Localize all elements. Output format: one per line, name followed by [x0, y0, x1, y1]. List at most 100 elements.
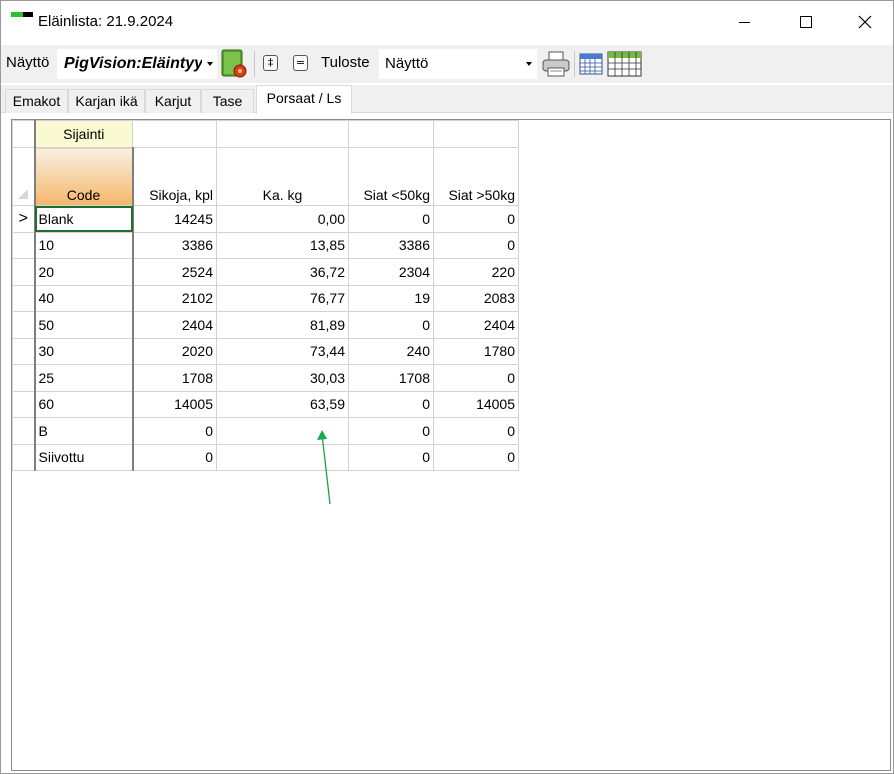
column-header-code[interactable]: Code: [34, 147, 134, 206]
cell-siat-alle-50[interactable]: 0: [348, 205, 434, 233]
settings-book-button[interactable]: [221, 48, 249, 80]
expand-button[interactable]: ‡: [263, 55, 278, 71]
row-header[interactable]: [12, 417, 36, 445]
table-row[interactable]: 25 1708 30,03 1708 0: [12, 364, 519, 392]
print-button[interactable]: [541, 49, 571, 79]
cell-code[interactable]: 50: [34, 311, 134, 339]
profile-dropdown-value: PigVision:Eläintyyppi: [64, 55, 202, 72]
cell-sikoja[interactable]: 2524: [132, 258, 217, 286]
cell-sikoja[interactable]: 2102: [132, 284, 217, 312]
cell-ka-kg[interactable]: 76,77: [216, 284, 349, 312]
cell-code[interactable]: Siivottu: [34, 443, 134, 471]
tab-emakot[interactable]: Emakot: [5, 89, 68, 113]
cell-sikoja[interactable]: 2020: [132, 337, 217, 365]
collapse-button[interactable]: =: [293, 55, 308, 71]
empty-header: [348, 120, 434, 148]
cell-code[interactable]: 40: [34, 284, 134, 312]
column-header-siat-yli-50[interactable]: Siat >50kg: [433, 147, 519, 206]
tab-karjut[interactable]: Karjut: [145, 89, 201, 113]
annotation-arrow-icon: [317, 430, 331, 505]
column-header-ka-kg[interactable]: Ka. kg: [216, 147, 349, 206]
cell-ka-kg[interactable]: 13,85: [216, 231, 349, 259]
cell-code[interactable]: 20: [34, 258, 134, 286]
tab-porsaat-ls[interactable]: Porsaat / Ls: [256, 85, 352, 114]
row-header[interactable]: [12, 311, 36, 339]
calendar-icon: [579, 53, 603, 75]
cell-siat-yli-50[interactable]: 220: [433, 258, 519, 286]
cell-siat-alle-50[interactable]: 1708: [348, 364, 434, 392]
cell-siat-alle-50[interactable]: 2304: [348, 258, 434, 286]
cell-siat-alle-50[interactable]: 19: [348, 284, 434, 312]
cell-code[interactable]: 30: [34, 337, 134, 365]
cell-siat-yli-50[interactable]: 2083: [433, 284, 519, 312]
current-row-indicator[interactable]: >: [12, 205, 36, 233]
table-row[interactable]: 40 2102 76,77 19 2083: [12, 284, 519, 312]
maximize-button[interactable]: [775, 1, 837, 43]
cell-code[interactable]: B: [34, 417, 134, 445]
table-row[interactable]: Siivottu 0 0 0: [12, 443, 519, 471]
profile-dropdown[interactable]: PigVision:Eläintyyppi: [57, 49, 217, 79]
printer-icon: [542, 51, 570, 77]
column-header-siat-alle-50[interactable]: Siat <50kg: [348, 147, 434, 206]
row-header[interactable]: [12, 337, 36, 365]
cell-siat-yli-50[interactable]: 0: [433, 443, 519, 471]
tab-karjan-ika[interactable]: Karjan ikä: [68, 89, 145, 113]
cell-code[interactable]: 10: [34, 231, 134, 259]
cell-ka-kg[interactable]: 63,59: [216, 390, 349, 418]
cell-ka-kg[interactable]: 81,89: [216, 311, 349, 339]
cell-siat-alle-50[interactable]: 3386: [348, 231, 434, 259]
cell-sikoja[interactable]: 0: [132, 443, 217, 471]
cell-sikoja[interactable]: 1708: [132, 364, 217, 392]
app-window: Eläinlista: 21.9.2024 Näyttö PigVision:E…: [0, 0, 894, 774]
cell-code[interactable]: 60: [34, 390, 134, 418]
cell-ka-kg[interactable]: 73,44: [216, 337, 349, 365]
cell-siat-yli-50[interactable]: 0: [433, 417, 519, 445]
cell-code[interactable]: Blank: [34, 205, 134, 233]
toolbar-separator: [574, 51, 575, 77]
calendar-button[interactable]: [579, 49, 603, 79]
table-row[interactable]: 50 2404 81,89 0 2404: [12, 311, 519, 339]
row-header[interactable]: [12, 364, 36, 392]
empty-header: [132, 120, 217, 148]
row-header[interactable]: [12, 390, 36, 418]
cell-sikoja[interactable]: 2404: [132, 311, 217, 339]
cell-sikoja[interactable]: 14245: [132, 205, 217, 233]
cell-siat-yli-50[interactable]: 14005: [433, 390, 519, 418]
cell-sikoja[interactable]: 3386: [132, 231, 217, 259]
row-header[interactable]: [12, 258, 36, 286]
cell-siat-yli-50[interactable]: 0: [433, 231, 519, 259]
table-row[interactable]: 20 2524 36,72 2304 220: [12, 258, 519, 286]
table-row[interactable]: > Blank 14245 0,00 0 0: [12, 205, 519, 233]
cell-sikoja[interactable]: 14005: [132, 390, 217, 418]
close-icon: [858, 15, 872, 29]
table-row[interactable]: 10 3386 13,85 3386 0: [12, 231, 519, 259]
cell-siat-yli-50[interactable]: 0: [433, 364, 519, 392]
cell-code[interactable]: 25: [34, 364, 134, 392]
cell-siat-yli-50[interactable]: 2404: [433, 311, 519, 339]
column-header-sikoja[interactable]: Sikoja, kpl: [132, 147, 217, 206]
tab-tase[interactable]: Tase: [201, 89, 254, 113]
cell-siat-alle-50[interactable]: 0: [348, 390, 434, 418]
table-row[interactable]: B000: [12, 417, 519, 445]
cell-ka-kg[interactable]: 30,03: [216, 364, 349, 392]
cell-siat-alle-50[interactable]: 0: [348, 311, 434, 339]
row-header[interactable]: [12, 284, 36, 312]
cell-siat-yli-50[interactable]: 1780: [433, 337, 519, 365]
cell-siat-alle-50[interactable]: 0: [348, 443, 434, 471]
table-view-button[interactable]: [607, 49, 643, 79]
cell-siat-alle-50[interactable]: 0: [348, 417, 434, 445]
row-header[interactable]: [12, 443, 36, 471]
chevron-down-icon: [207, 62, 213, 66]
row-header[interactable]: [12, 231, 36, 259]
table-row[interactable]: 30 2020 73,44 240 1780: [12, 337, 519, 365]
cell-siat-yli-50[interactable]: 0: [433, 205, 519, 233]
group-header-sijainti[interactable]: Sijainti: [34, 120, 133, 148]
minimize-button[interactable]: [713, 1, 775, 43]
close-button[interactable]: [837, 1, 893, 43]
cell-ka-kg[interactable]: 36,72: [216, 258, 349, 286]
print-target-dropdown[interactable]: Näyttö: [379, 49, 537, 79]
cell-siat-alle-50[interactable]: 240: [348, 337, 434, 365]
cell-ka-kg[interactable]: 0,00: [216, 205, 349, 233]
table-row[interactable]: 60 14005 63,59 0 14005: [12, 390, 519, 418]
cell-sikoja[interactable]: 0: [132, 417, 217, 445]
